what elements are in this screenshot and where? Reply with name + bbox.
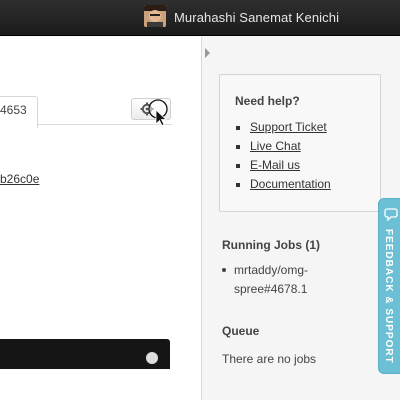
top-navigation-bar: Murahashi Sanemat Kenichi	[0, 0, 400, 36]
queue-title: Queue	[222, 324, 260, 338]
documentation-link[interactable]: Documentation	[250, 177, 331, 191]
queue-empty-text: There are no jobs	[222, 352, 317, 366]
help-box: Need help? Support Ticket Live Chat E-Ma…	[219, 74, 381, 212]
commit-link[interactable]: b26c0e	[0, 172, 39, 186]
tab-divider	[38, 124, 172, 125]
help-links: Support Ticket Live Chat E-Mail us Docum…	[236, 120, 331, 196]
feedback-support-tab[interactable]: FEEDBACK & SUPPORT	[378, 198, 400, 374]
feedback-label: FEEDBACK & SUPPORT	[383, 229, 394, 364]
help-title: Need help?	[235, 94, 300, 108]
help-link-item: Support Ticket	[236, 120, 331, 139]
help-link-item: E-Mail us	[236, 158, 331, 177]
settings-button[interactable]	[131, 98, 171, 120]
email-link[interactable]: E-Mail us	[250, 158, 300, 172]
help-link-item: Live Chat	[236, 139, 331, 158]
live-chat-link[interactable]: Live Chat	[250, 139, 301, 153]
running-job-item[interactable]: mrtaddy/omg-spree#4678.1	[222, 261, 332, 299]
dark-footer-panel	[0, 339, 170, 369]
running-jobs-title: Running Jobs (1)	[222, 238, 320, 252]
chevron-right-icon[interactable]	[205, 48, 210, 58]
user-avatar[interactable]	[144, 5, 166, 27]
status-indicator	[146, 352, 158, 364]
help-link-item: Documentation	[236, 177, 331, 196]
chat-bubble-icon	[384, 208, 398, 221]
support-ticket-link[interactable]: Support Ticket	[250, 120, 327, 134]
gear-icon	[140, 102, 154, 116]
build-tab-label[interactable]: 4653	[0, 103, 27, 117]
username[interactable]: Murahashi Sanemat Kenichi	[174, 10, 339, 25]
